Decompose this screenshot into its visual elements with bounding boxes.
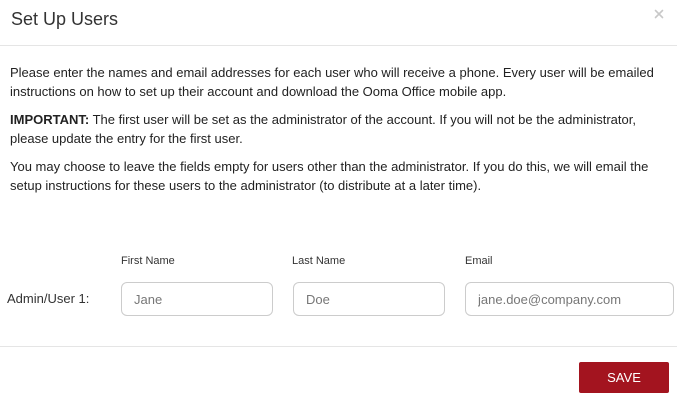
admin-note-paragraph: You may choose to leave the fields empty… [10, 159, 649, 193]
user-row-label: Admin/User 1: [7, 291, 90, 306]
email-input[interactable] [465, 282, 674, 316]
modal-title: Set Up Users [11, 9, 119, 29]
save-button[interactable]: SAVE [579, 362, 669, 393]
important-text: The first user will be set as the admini… [10, 112, 636, 146]
last-name-column-label: Last Name [292, 255, 346, 267]
modal-body: Please enter the names and email address… [10, 63, 667, 204]
set-up-users-dialog: Set Up Users Please enter the names and … [0, 0, 677, 400]
first-name-input[interactable] [121, 282, 273, 316]
modal-footer-divider [0, 346, 677, 347]
last-name-input[interactable] [293, 282, 445, 316]
important-label: IMPORTANT: [10, 112, 90, 127]
close-icon [654, 9, 664, 19]
modal-header: Set Up Users [0, 0, 677, 46]
first-name-column-label: First Name [121, 255, 175, 267]
close-button[interactable] [651, 6, 667, 22]
intro-paragraph: Please enter the names and email address… [10, 65, 654, 99]
email-column-label: Email [465, 255, 493, 267]
important-paragraph: IMPORTANT: The first user will be set as… [10, 110, 667, 148]
